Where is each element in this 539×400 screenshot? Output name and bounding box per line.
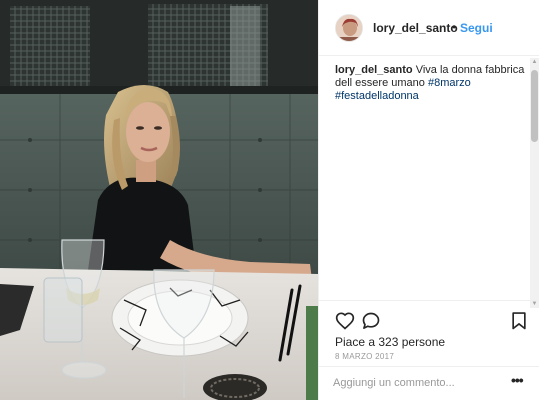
post-photo-image <box>0 0 318 400</box>
add-comment-section: ••• <box>319 366 539 400</box>
hashtag-link[interactable]: #festadelladonna <box>335 90 419 102</box>
heart-icon[interactable] <box>335 311 355 331</box>
follow-button[interactable]: Segui <box>460 21 493 35</box>
comment-bubble-icon[interactable] <box>361 311 381 331</box>
comment-input[interactable] <box>333 374 493 392</box>
avatar-image <box>336 15 362 41</box>
more-options-icon[interactable]: ••• <box>511 372 524 388</box>
avatar[interactable] <box>335 14 363 42</box>
scroll-up-arrow-icon[interactable]: ▲ <box>530 58 539 66</box>
hashtag-link[interactable]: #8marzo <box>428 77 471 89</box>
scrollbar-thumb[interactable] <box>531 70 538 142</box>
post-header: lory_del_santo • Segui <box>319 0 539 56</box>
post-side-panel: lory_del_santo • Segui lory_del_santo Vi… <box>318 0 539 400</box>
bookmark-icon[interactable] <box>509 311 529 331</box>
header-username[interactable]: lory_del_santo <box>373 21 458 35</box>
post-date: 8 MARZO 2017 <box>335 352 395 361</box>
caption-username[interactable]: lory_del_santo <box>335 64 413 76</box>
caption: lory_del_santo Viva la donna fabbrica de… <box>335 64 525 103</box>
header-separator: • <box>452 20 457 34</box>
likes-count[interactable]: Piace a 323 persone <box>335 335 445 349</box>
post-photo[interactable] <box>0 0 318 400</box>
comments-scrollbar[interactable]: ▲ ▼ <box>530 58 539 308</box>
